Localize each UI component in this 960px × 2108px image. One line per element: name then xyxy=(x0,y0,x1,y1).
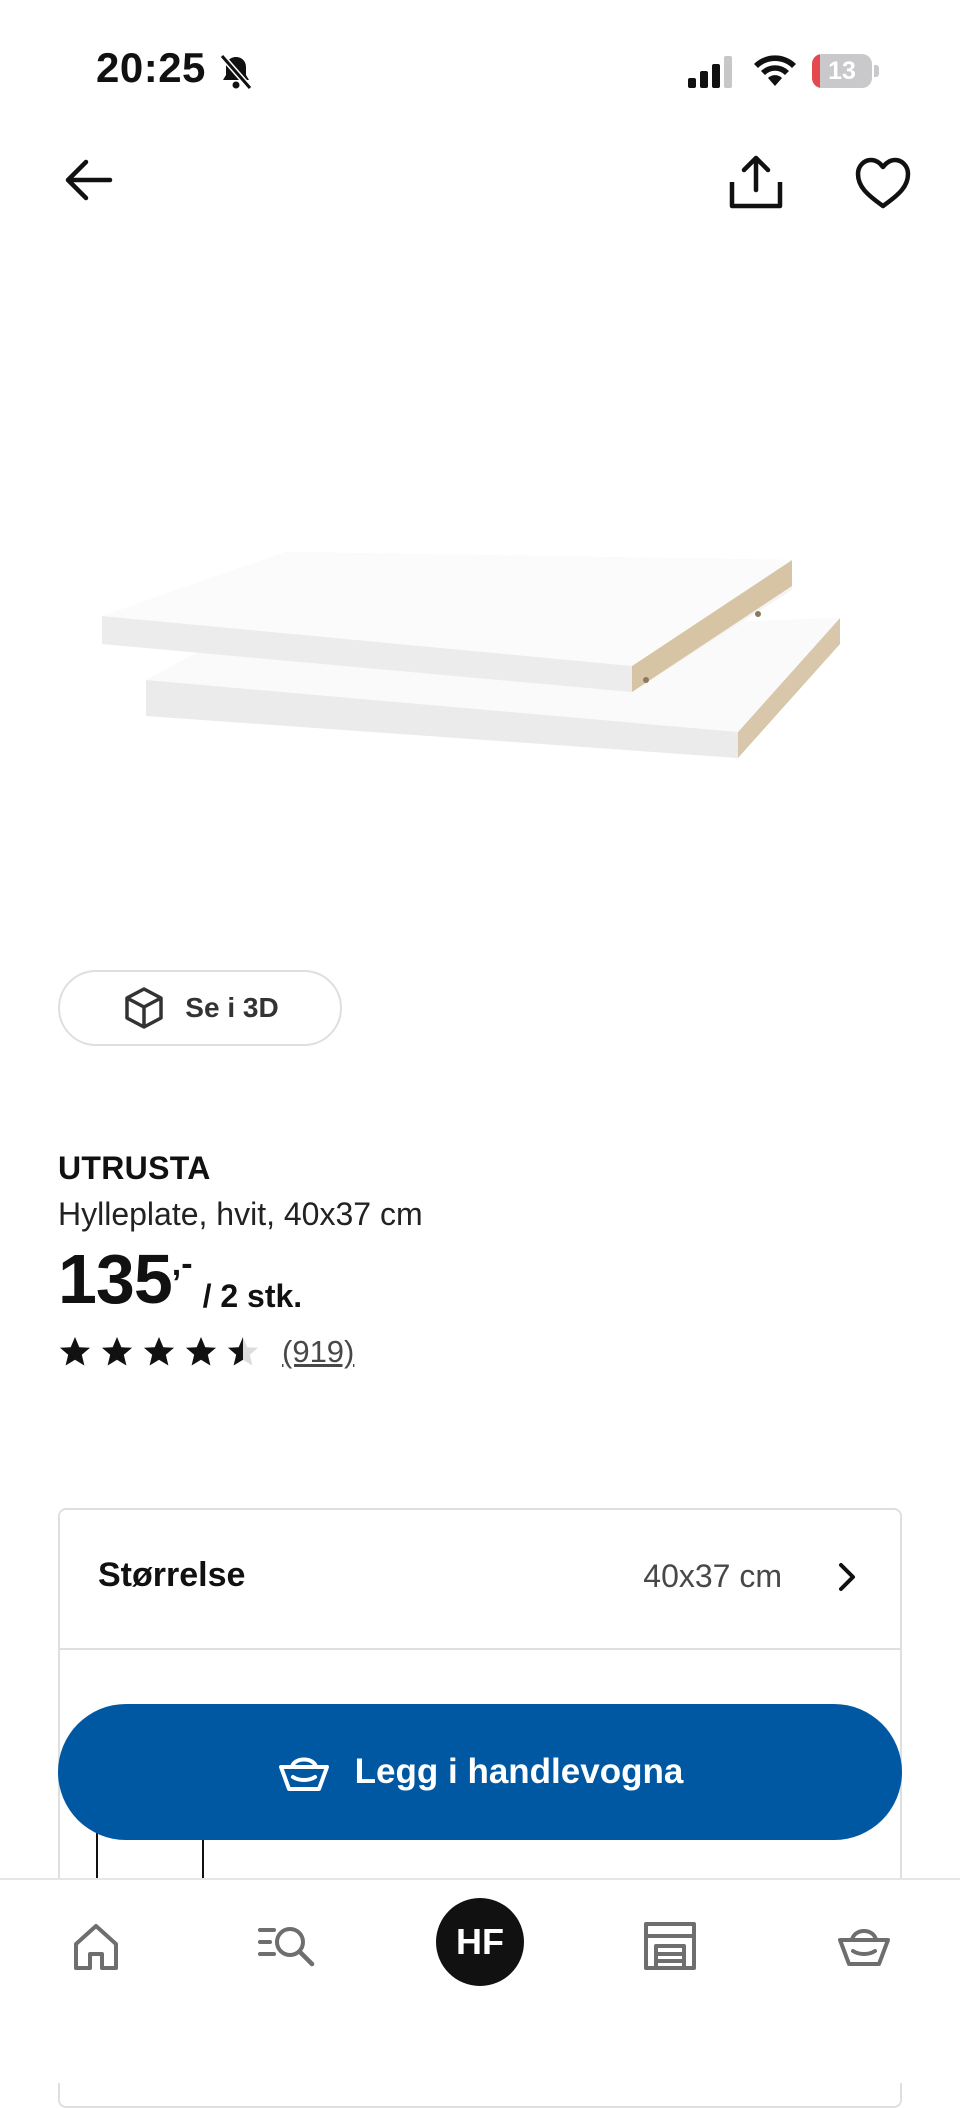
star-icon xyxy=(144,1337,174,1366)
price-decimal: ,- xyxy=(171,1245,193,1283)
product-image-shelves xyxy=(56,440,904,780)
view-3d-button[interactable]: Se i 3D xyxy=(58,970,342,1046)
view-3d-label: Se i 3D xyxy=(185,992,279,1023)
share-icon[interactable] xyxy=(724,152,788,212)
price-integer: 135 xyxy=(58,1240,173,1318)
rating-stars xyxy=(58,1335,260,1369)
size-value: 40x37 cm xyxy=(643,1558,782,1594)
battery-indicator: 13 xyxy=(812,54,880,88)
star-icon xyxy=(228,1337,258,1366)
arrow-left-icon[interactable] xyxy=(60,152,116,208)
silent-bell-icon xyxy=(219,54,253,90)
cube-icon xyxy=(125,987,164,1029)
account-avatar[interactable]: HF xyxy=(436,1898,524,1986)
star-icon xyxy=(186,1337,216,1366)
home-icon[interactable] xyxy=(66,1916,126,1976)
chevron-right-icon xyxy=(839,1563,855,1591)
cellular-signal-icon xyxy=(688,56,732,88)
rating[interactable]: (919) xyxy=(58,1334,354,1370)
heart-icon[interactable] xyxy=(854,156,912,212)
product-brand: UTRUSTA xyxy=(58,1150,211,1186)
star-icon xyxy=(60,1337,90,1366)
product-price: 135 ,- / 2 stk. xyxy=(58,1238,302,1320)
store-icon[interactable] xyxy=(640,1916,700,1976)
status-time: 20:25 xyxy=(96,44,206,91)
size-selector-row[interactable]: Størrelse 40x37 cm xyxy=(60,1510,900,1650)
basket-icon xyxy=(278,1757,329,1791)
search-icon[interactable] xyxy=(256,1916,316,1976)
bottom-tab-bar: HF xyxy=(0,1878,960,2083)
price-unit: / 2 stk. xyxy=(202,1278,303,1314)
product-description: Hylleplate, hvit, 40x37 cm xyxy=(58,1196,423,1232)
add-to-cart-button[interactable]: Legg i handlevogna xyxy=(58,1704,902,1840)
review-count-link[interactable]: (919) xyxy=(282,1334,354,1370)
size-label: Størrelse xyxy=(98,1556,246,1594)
battery-level: 13 xyxy=(828,57,856,85)
basket-icon[interactable] xyxy=(834,1916,894,1976)
add-to-cart-label: Legg i handlevogna xyxy=(354,1752,684,1791)
star-icon xyxy=(102,1337,132,1366)
wifi-icon xyxy=(754,55,796,86)
